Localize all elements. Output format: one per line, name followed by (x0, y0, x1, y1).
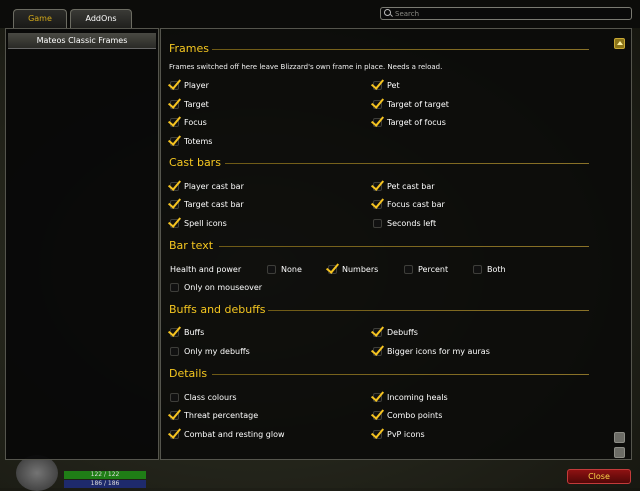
checkbox-box[interactable] (473, 265, 482, 274)
checkbox-label: Target cast bar (184, 200, 244, 209)
checkbox-label: Combat and resting glow (184, 430, 285, 439)
checkbox-box[interactable] (373, 219, 382, 228)
player-mana-bar: 186 / 186 (64, 480, 146, 488)
section-divider (219, 246, 589, 247)
section-title-cast-bars: Cast bars (169, 156, 221, 169)
checkbox-label: Target (184, 100, 209, 109)
checkbox-label: Player (184, 81, 209, 90)
checkbox-box[interactable] (267, 265, 276, 274)
close-button[interactable]: Close (567, 469, 631, 484)
checkbox-label: Only on mouseover (184, 283, 263, 292)
checkbox-box[interactable] (170, 347, 179, 356)
checkbox-label: Incoming heals (387, 393, 448, 402)
checkbox-label: Buffs (184, 328, 205, 337)
section-title-bar-text: Bar text (169, 239, 214, 252)
addon-list-panel: Mateos Classic Frames (5, 28, 159, 460)
checkbox-label: Combo points (387, 411, 443, 420)
checkbox-label: Percent (418, 265, 449, 274)
checkbox-label: Totems (184, 137, 213, 146)
scroll-up-button[interactable] (614, 38, 625, 49)
checkbox-label: Player cast bar (184, 182, 244, 191)
checkbox-label: Only my debuffs (184, 347, 250, 356)
section-title-buffs-and-debuffs: Buffs and debuffs (169, 303, 266, 316)
checkbox-label: Focus cast bar (387, 200, 445, 209)
checkbox-label: Class colours (184, 393, 237, 402)
section-divider (212, 374, 589, 375)
checkbox-label: Focus (184, 118, 207, 127)
checkbox-label: Numbers (342, 265, 379, 274)
frames-description: Frames switched off here leave Blizzard'… (169, 63, 443, 71)
checkbox-label: Spell icons (184, 219, 227, 228)
checkbox-label: Both (487, 265, 506, 274)
checkbox-box[interactable] (170, 283, 179, 292)
section-divider (212, 49, 589, 50)
scroll-down-button[interactable] (614, 432, 625, 443)
section-divider (225, 163, 589, 164)
checkbox-box[interactable] (404, 265, 413, 274)
checkbox-label: Pet (387, 81, 400, 90)
checkbox-label: Target of focus (387, 118, 446, 127)
search-icon (384, 9, 391, 16)
checkbox-box[interactable] (170, 393, 179, 402)
checkbox-label: PvP icons (387, 430, 425, 439)
section-title-frames: Frames (169, 42, 210, 55)
addon-list-item-mateos-classic-frames[interactable]: Mateos Classic Frames (8, 33, 156, 49)
checkbox-label: Target of target (387, 100, 449, 109)
checkbox-label: Bigger icons for my auras (387, 347, 490, 356)
search-box[interactable] (380, 7, 632, 20)
checkbox-label: Seconds left (387, 219, 437, 228)
section-title-details: Details (169, 367, 208, 380)
tab-game[interactable]: Game (13, 9, 67, 28)
tab-addons[interactable]: AddOns (70, 9, 132, 28)
checkbox-label: Debuffs (387, 328, 418, 337)
checkbox-label: Threat percentage (184, 411, 259, 420)
scroll-bottom-button[interactable] (614, 447, 625, 458)
search-input[interactable] (395, 8, 625, 19)
health-and-power-label: Health and power (170, 265, 242, 274)
section-divider (268, 310, 589, 311)
player-portrait (16, 455, 58, 491)
player-health-bar: 122 / 122 (64, 471, 146, 479)
checkbox-label: Pet cast bar (387, 182, 435, 191)
checkbox-label: None (281, 265, 302, 274)
